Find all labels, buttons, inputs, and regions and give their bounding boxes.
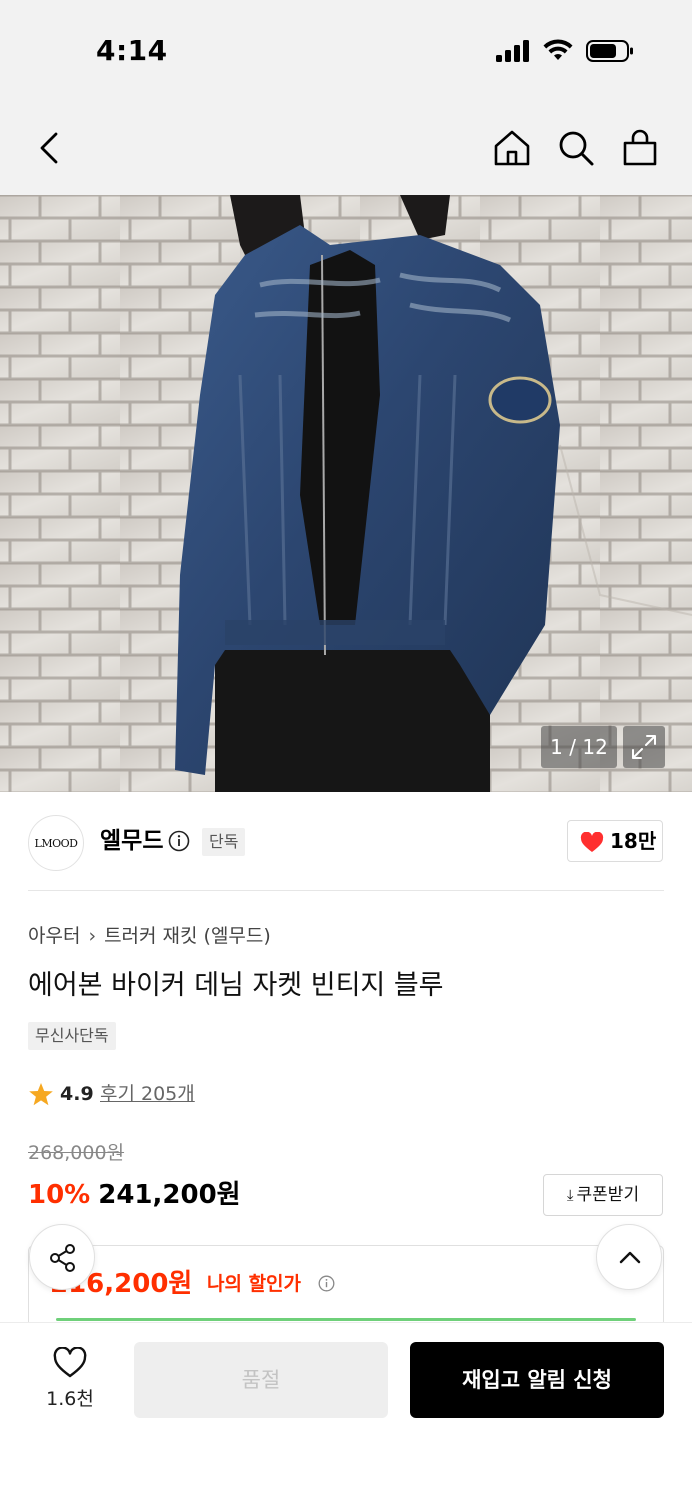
sale-price: 241,200원 bbox=[98, 1180, 241, 1210]
my-discount-label: 나의 할인가 bbox=[207, 1273, 302, 1295]
brand-like-count: 18만 bbox=[610, 829, 657, 853]
image-counter: 1 / 12 bbox=[541, 726, 617, 768]
top-nav-bar bbox=[0, 100, 692, 195]
restock-alert-button[interactable]: 재입고 알림 신청 bbox=[410, 1342, 664, 1418]
rating-score: 4.9 bbox=[60, 1083, 94, 1105]
share-button[interactable] bbox=[29, 1224, 95, 1290]
coupon-button[interactable]: ⤓ 쿠폰받기 bbox=[543, 1174, 663, 1216]
cart-button[interactable] bbox=[620, 128, 660, 168]
shopping-bag-icon bbox=[623, 129, 657, 166]
brand-logo[interactable]: LMOOD bbox=[28, 815, 84, 871]
search-button[interactable] bbox=[556, 128, 596, 168]
info-icon[interactable] bbox=[168, 830, 190, 852]
cellular-signal-icon bbox=[496, 40, 529, 62]
exclusive-badge: 무신사단독 bbox=[28, 1022, 116, 1050]
wishlist-button[interactable]: 1.6천 bbox=[40, 1345, 100, 1415]
chevron-up-icon bbox=[619, 1251, 641, 1264]
download-icon: ⤓ bbox=[566, 1186, 574, 1204]
battery-icon bbox=[586, 40, 633, 62]
coupon-label: 쿠폰받기 bbox=[576, 1185, 640, 1205]
review-count-link[interactable]: 후기 205개 bbox=[100, 1078, 195, 1110]
product-photo bbox=[0, 195, 692, 792]
original-price: 268,000원 bbox=[28, 1142, 125, 1164]
search-icon bbox=[559, 131, 594, 166]
progress-line bbox=[56, 1318, 636, 1321]
breadcrumb-item-trucker[interactable]: 트러커 재킷 (엘무드) bbox=[104, 925, 271, 947]
status-bar: 4:14 bbox=[0, 0, 692, 100]
discount-rate: 10% bbox=[28, 1180, 91, 1210]
product-image-gallery[interactable]: 1 / 12 bbox=[0, 195, 692, 792]
breadcrumb: 아우터 › 트러커 재킷 (엘무드) bbox=[28, 922, 271, 950]
share-icon bbox=[50, 1244, 75, 1272]
heart-outline-icon bbox=[53, 1347, 87, 1378]
home-button[interactable] bbox=[492, 128, 532, 168]
breadcrumb-separator-icon: › bbox=[88, 925, 97, 947]
star-icon bbox=[29, 1083, 53, 1106]
info-icon[interactable] bbox=[318, 1275, 335, 1292]
heart-filled-icon bbox=[580, 832, 604, 852]
expand-icon bbox=[632, 735, 656, 759]
wifi-icon bbox=[543, 39, 573, 60]
price-row: 10% 241,200원 bbox=[28, 1175, 241, 1215]
divider bbox=[28, 890, 664, 891]
back-icon bbox=[40, 132, 58, 164]
status-time: 4:14 bbox=[96, 34, 168, 67]
scroll-to-top-button[interactable] bbox=[596, 1224, 662, 1290]
brand-like-button[interactable]: 18만 bbox=[567, 820, 663, 862]
breadcrumb-item-outer[interactable]: 아우터 bbox=[28, 925, 80, 947]
brand-name[interactable]: 엘무드 bbox=[100, 825, 163, 857]
expand-image-button[interactable] bbox=[623, 726, 665, 768]
home-icon bbox=[494, 130, 530, 166]
brand-exclusive-tag: 단독 bbox=[202, 828, 246, 856]
back-button[interactable] bbox=[30, 128, 70, 168]
product-title: 에어본 바이커 데님 자켓 빈티지 블루 bbox=[28, 970, 444, 1001]
wishlist-count: 1.6천 bbox=[46, 1388, 94, 1410]
soldout-button[interactable]: 품절 bbox=[134, 1342, 388, 1418]
